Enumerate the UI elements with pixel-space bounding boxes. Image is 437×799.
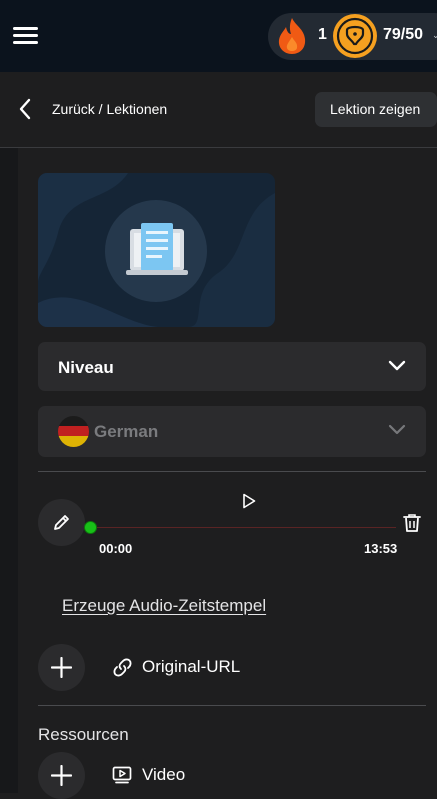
video-icon bbox=[112, 766, 132, 784]
streak-count: 1 bbox=[318, 26, 327, 43]
flame-icon bbox=[278, 18, 306, 54]
language-select-label: German bbox=[94, 422, 159, 441]
level-select[interactable]: Niveau bbox=[38, 342, 426, 391]
plus-icon bbox=[51, 765, 72, 786]
level-select-label: Niveau bbox=[58, 358, 114, 377]
generate-timestamps-link[interactable]: Erzeuge Audio-Zeitstempel bbox=[62, 596, 266, 616]
time-end: 13:53 bbox=[364, 541, 398, 556]
resources-heading: Ressourcen bbox=[38, 725, 129, 744]
sidebar-strip bbox=[0, 148, 18, 793]
language-select[interactable]: German bbox=[38, 406, 426, 457]
show-lesson-button[interactable]: Lektion zeigen bbox=[315, 92, 437, 127]
edit-audio-button[interactable] bbox=[38, 499, 85, 546]
add-original-url-button[interactable] bbox=[38, 644, 85, 691]
hamburger-menu-icon[interactable] bbox=[13, 27, 38, 45]
audio-timeline[interactable] bbox=[91, 527, 396, 528]
section-divider bbox=[38, 471, 426, 472]
plus-icon bbox=[51, 657, 72, 678]
badge-icon[interactable] bbox=[332, 13, 378, 59]
chevron-left-icon[interactable] bbox=[18, 98, 32, 120]
time-start: 00:00 bbox=[99, 541, 133, 556]
chevron-down-icon bbox=[388, 360, 406, 371]
germany-flag-icon bbox=[58, 416, 89, 447]
pencil-icon bbox=[54, 515, 69, 530]
add-video-button[interactable] bbox=[38, 752, 85, 799]
chevron-down-icon bbox=[388, 424, 406, 435]
lesson-thumbnail[interactable] bbox=[38, 173, 275, 327]
header-divider bbox=[0, 147, 437, 148]
section-divider bbox=[38, 705, 426, 706]
audio-progress-handle[interactable] bbox=[84, 521, 97, 534]
link-icon bbox=[113, 658, 132, 677]
laptop-document-icon bbox=[126, 223, 188, 275]
play-icon[interactable] bbox=[242, 493, 256, 509]
score-chevron-icon[interactable]: ⌄ bbox=[432, 30, 437, 41]
video-label[interactable]: Video bbox=[142, 765, 185, 785]
breadcrumb[interactable]: Zurück / Lektionen bbox=[52, 101, 167, 117]
trash-icon[interactable] bbox=[403, 513, 421, 533]
original-url-label[interactable]: Original-URL bbox=[142, 657, 240, 677]
top-bar: 1 79/50 ⌄ bbox=[0, 0, 437, 72]
score-text: 79/50 bbox=[383, 26, 424, 43]
